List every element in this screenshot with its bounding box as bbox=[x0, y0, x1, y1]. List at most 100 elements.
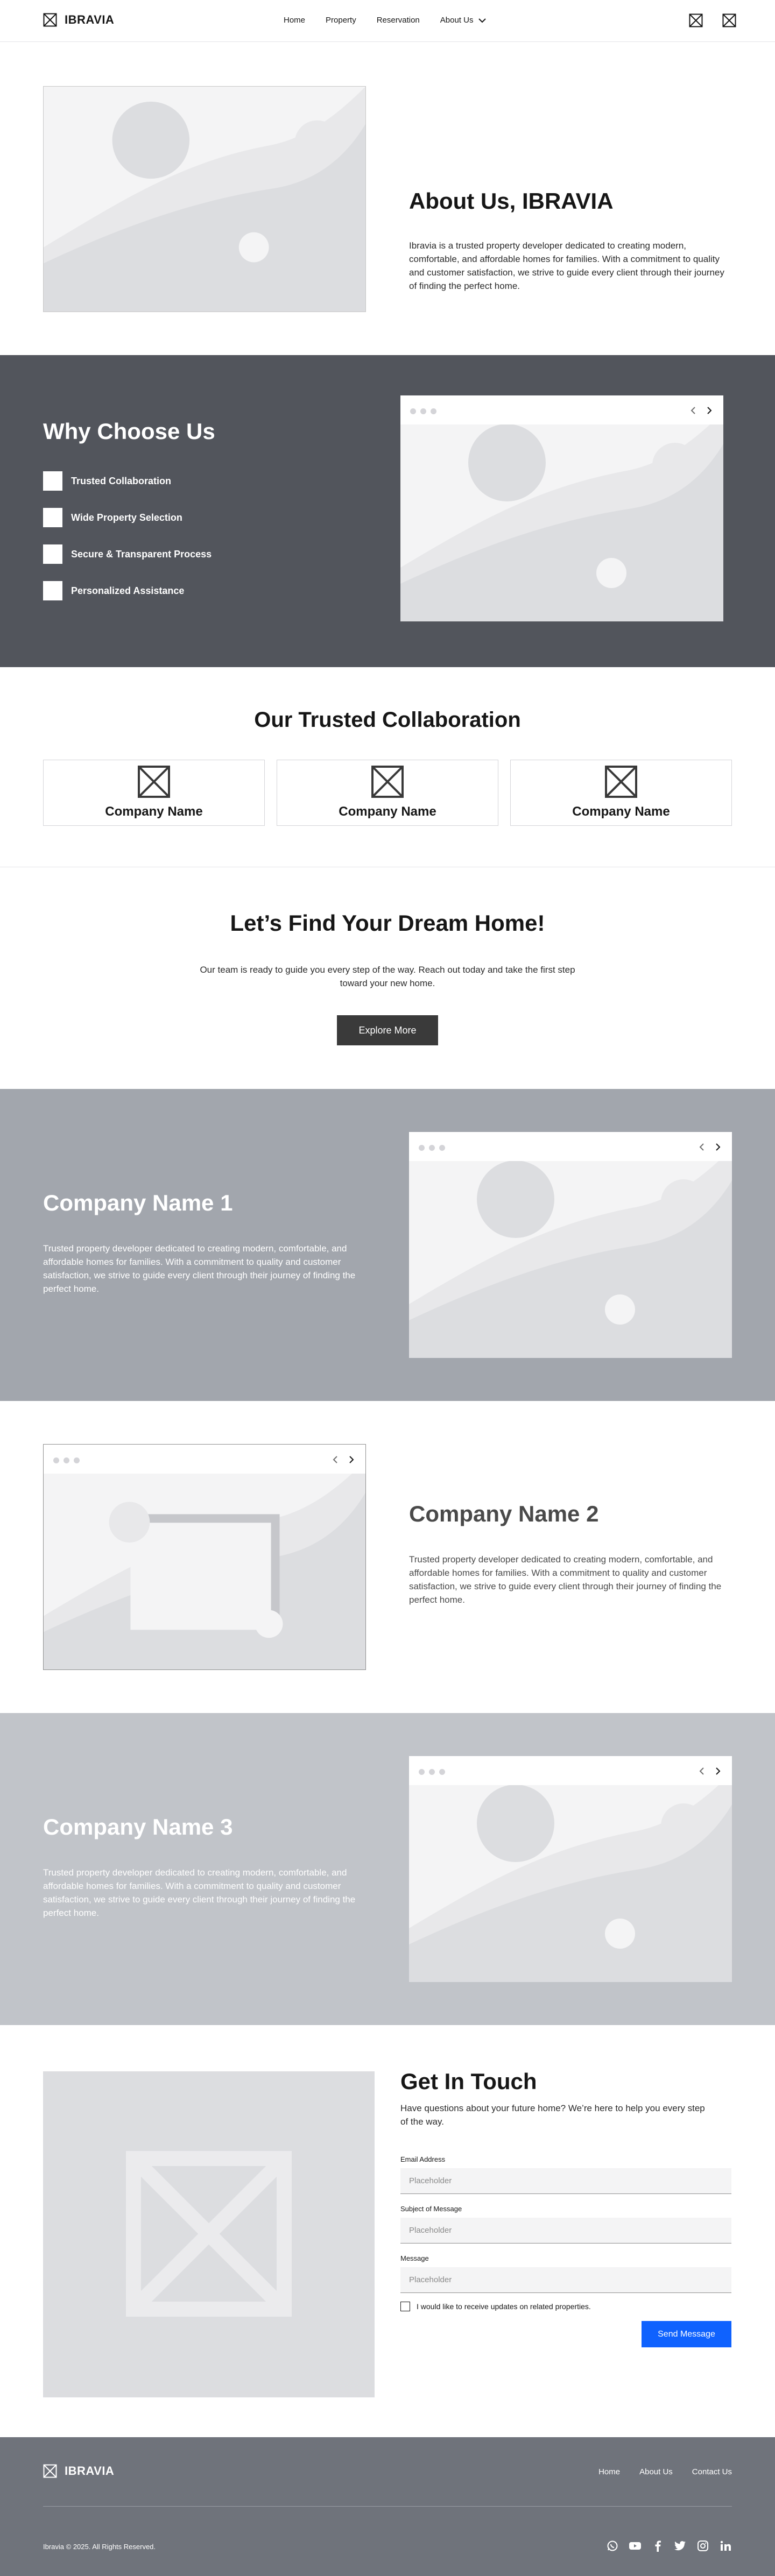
updates-checkbox-row[interactable]: I would like to receive updates on relat… bbox=[400, 2302, 591, 2311]
instagram-icon[interactable] bbox=[696, 2539, 709, 2552]
footer-link-about[interactable]: About Us bbox=[639, 2467, 673, 2476]
chevron-left-icon[interactable] bbox=[699, 1143, 705, 1151]
footer-nav: Home About Us Contact Us bbox=[598, 2467, 732, 2476]
subject-field[interactable] bbox=[400, 2218, 731, 2244]
company-2-section: Company Name 2 Trusted property develope… bbox=[0, 1401, 775, 1713]
carousel-toolbar bbox=[400, 395, 723, 424]
company-logo-icon bbox=[605, 766, 637, 798]
company-card[interactable]: Company Name bbox=[43, 760, 265, 826]
footer-link-contact[interactable]: Contact Us bbox=[692, 2467, 732, 2476]
dream-home-section: Let’s Find Your Dream Home! Our team is … bbox=[0, 867, 775, 1089]
landscape-illustration bbox=[44, 87, 365, 312]
company-1-title: Company Name 1 bbox=[43, 1190, 233, 1215]
landscape-illustration bbox=[400, 412, 723, 621]
site-footer: IBRAVIA Home About Us Contact Us Ibravia… bbox=[0, 2437, 775, 2576]
footer-divider bbox=[43, 2506, 732, 2507]
footer-brand-logo[interactable]: IBRAVIA bbox=[43, 2464, 114, 2478]
carousel-toolbar bbox=[44, 1445, 365, 1474]
twitter-icon[interactable] bbox=[674, 2539, 687, 2552]
brand-name: IBRAVIA bbox=[65, 13, 115, 26]
company-2-title: Company Name 2 bbox=[409, 1501, 599, 1526]
window-dots bbox=[410, 408, 436, 414]
contact-image-placeholder bbox=[43, 2071, 375, 2397]
send-message-button[interactable]: Send Message bbox=[642, 2321, 731, 2347]
about-section: About Us, IBRAVIA Ibravia is a trusted p… bbox=[0, 42, 775, 355]
why-item: Wide Property Selection bbox=[43, 508, 182, 527]
why-title: Why Choose Us bbox=[43, 419, 215, 444]
feature-icon bbox=[43, 544, 62, 564]
why-image-carousel bbox=[400, 395, 723, 621]
about-image-placeholder bbox=[43, 86, 366, 312]
logo-icon bbox=[43, 2464, 57, 2478]
company-3-section: Company Name 3 Trusted property develope… bbox=[0, 1713, 775, 2025]
why-item-label: Wide Property Selection bbox=[71, 512, 182, 523]
company-logo-icon bbox=[371, 766, 404, 798]
why-choose-us-section: Why Choose Us Trusted Collaboration Wide… bbox=[0, 355, 775, 667]
footer-brand-name: IBRAVIA bbox=[65, 2464, 115, 2478]
whatsapp-icon[interactable] bbox=[606, 2539, 619, 2552]
social-links bbox=[606, 2539, 732, 2552]
dream-title: Let’s Find Your Dream Home! bbox=[230, 910, 545, 936]
chevron-right-icon[interactable] bbox=[715, 1143, 721, 1151]
window-dots bbox=[419, 1145, 445, 1151]
feature-icon bbox=[43, 471, 62, 491]
main-nav: Home Property Reservation About Us bbox=[284, 16, 487, 25]
company-3-title: Company Name 3 bbox=[43, 1814, 233, 1839]
nav-home[interactable]: Home bbox=[284, 16, 305, 25]
landscape-illustration bbox=[409, 1148, 732, 1358]
chevron-right-icon[interactable] bbox=[715, 1767, 721, 1775]
nav-property[interactable]: Property bbox=[326, 16, 356, 25]
chevron-right-icon[interactable] bbox=[348, 1455, 355, 1464]
email-label: Email Address bbox=[400, 2155, 446, 2163]
company-card[interactable]: Company Name bbox=[510, 760, 732, 826]
about-title: About Us, IBRAVIA bbox=[409, 188, 614, 214]
nav-about-dropdown[interactable]: About Us bbox=[440, 16, 487, 25]
header-action-icon-2[interactable] bbox=[722, 13, 736, 27]
company-name: Company Name bbox=[339, 804, 436, 819]
company-3-text: Trusted property developer dedicated to … bbox=[43, 1867, 356, 1918]
nav-about-label: About Us bbox=[440, 16, 474, 25]
updates-checkbox-label: I would like to receive updates on relat… bbox=[417, 2302, 591, 2311]
dream-text: Our team is ready to guide you every ste… bbox=[200, 965, 575, 988]
feature-icon bbox=[43, 581, 62, 600]
window-dots bbox=[419, 1769, 445, 1775]
feature-icon bbox=[43, 508, 62, 527]
company-1-section: Company Name 1 Trusted property develope… bbox=[0, 1089, 775, 1401]
why-item-label: Trusted Collaboration bbox=[71, 475, 172, 486]
company-3-image-carousel bbox=[409, 1756, 732, 1982]
chevron-left-icon[interactable] bbox=[699, 1767, 705, 1775]
header-action-icon-1[interactable] bbox=[689, 13, 703, 27]
company-name: Company Name bbox=[572, 804, 670, 819]
updates-checkbox[interactable] bbox=[400, 2302, 410, 2311]
chevron-right-icon[interactable] bbox=[706, 406, 713, 415]
company-name: Company Name bbox=[105, 804, 203, 819]
carousel-arrows bbox=[332, 1455, 355, 1464]
why-item: Secure & Transparent Process bbox=[43, 544, 212, 564]
explore-more-button[interactable]: Explore More bbox=[337, 1015, 438, 1045]
email-field[interactable] bbox=[400, 2168, 731, 2194]
facebook-icon[interactable] bbox=[651, 2539, 664, 2552]
brand-logo[interactable]: IBRAVIA bbox=[43, 13, 114, 27]
logo-icon bbox=[43, 13, 57, 27]
collab-title: Our Trusted Collaboration bbox=[254, 708, 521, 732]
image-placeholder-icon bbox=[126, 2151, 292, 2317]
why-item-label: Personalized Assistance bbox=[71, 585, 185, 596]
chevron-left-icon[interactable] bbox=[332, 1455, 339, 1464]
carousel-arrows bbox=[699, 1143, 721, 1151]
chevron-left-icon[interactable] bbox=[690, 406, 696, 415]
company-2-text: Trusted property developer dedicated to … bbox=[409, 1554, 722, 1605]
why-item-label: Secure & Transparent Process bbox=[71, 548, 212, 560]
youtube-icon[interactable] bbox=[629, 2539, 642, 2552]
company-card[interactable]: Company Name bbox=[277, 760, 498, 826]
copyright: Ibravia © 2025. All Rights Reserved. bbox=[43, 2543, 156, 2551]
landscape-illustration bbox=[409, 1772, 732, 1982]
nav-reservation[interactable]: Reservation bbox=[377, 16, 420, 25]
linkedin-icon[interactable] bbox=[719, 2539, 732, 2552]
message-field[interactable] bbox=[400, 2267, 731, 2293]
why-item: Trusted Collaboration bbox=[43, 471, 171, 491]
footer-link-home[interactable]: Home bbox=[598, 2467, 620, 2476]
about-text: Ibravia is a trusted property developer … bbox=[409, 240, 724, 291]
company-2-image-carousel bbox=[43, 1444, 366, 1670]
landscape-illustration bbox=[44, 1460, 365, 1669]
site-header: IBRAVIA Home Property Reservation About … bbox=[0, 0, 775, 42]
